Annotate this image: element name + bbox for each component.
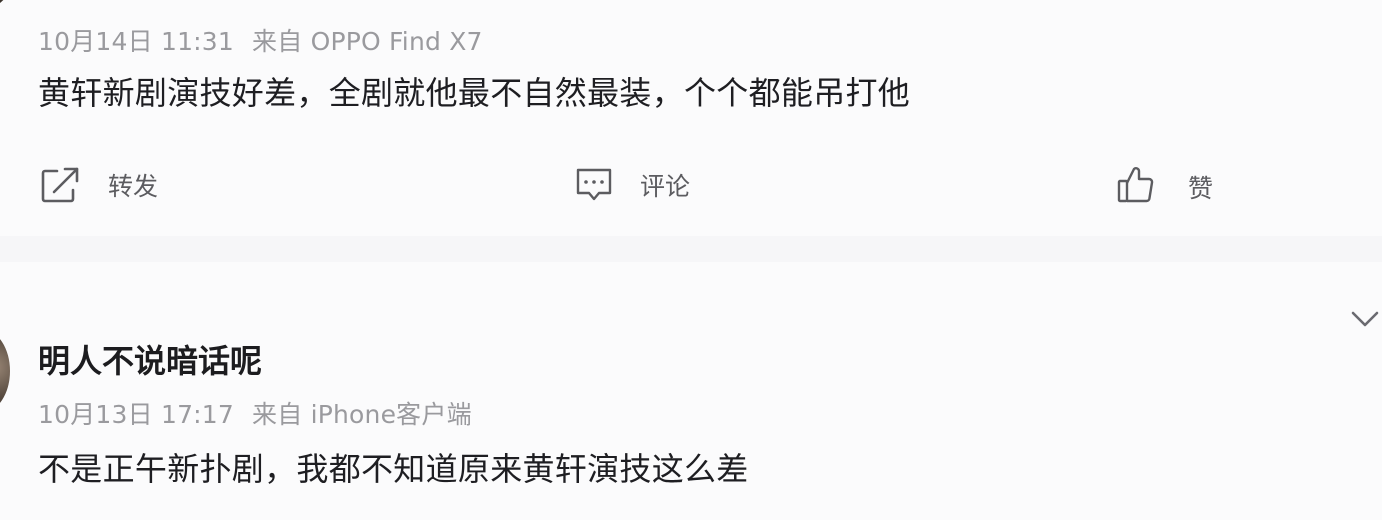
avatar[interactable] bbox=[0, 330, 10, 412]
post-card: 明人不说暗话呢 10月13日 17:17 来自 iPhone客户端 不是正午新扑剧… bbox=[0, 262, 1382, 520]
like-button[interactable]: 赞 bbox=[1116, 160, 1213, 210]
post-card: 10月14日 11:31 来自 OPPO Find X7 黄轩新剧演技好差，全剧就… bbox=[0, 0, 1382, 236]
post-date: 10月13日 17:17 bbox=[38, 400, 235, 429]
avatar[interactable] bbox=[0, 0, 10, 8]
forward-label: 转发 bbox=[108, 172, 159, 201]
forward-button[interactable]: 转发 bbox=[40, 160, 158, 210]
post-source: 来自 iPhone客户端 bbox=[252, 400, 472, 429]
comment-label: 评论 bbox=[640, 172, 691, 201]
post-date: 10月14日 11:31 bbox=[38, 27, 235, 56]
username[interactable]: 明人不说暗话呢 bbox=[38, 336, 262, 382]
chevron-down-icon[interactable] bbox=[1350, 308, 1380, 330]
post-source: 来自 OPPO Find X7 bbox=[252, 27, 483, 56]
comment-icon bbox=[574, 166, 614, 204]
share-icon bbox=[40, 166, 82, 204]
thumbs-up-icon bbox=[1116, 165, 1156, 205]
post-content: 不是正午新扑剧，我都不知道原来黄轩演技这么差 bbox=[38, 450, 749, 488]
comment-button[interactable]: 评论 bbox=[574, 160, 690, 210]
post-content: 黄轩新剧演技好差，全剧就他最不自然最装，个个都能吊打他 bbox=[38, 74, 911, 112]
like-label: 赞 bbox=[1188, 174, 1214, 203]
post-meta: 10月14日 11:31 来自 OPPO Find X7 bbox=[38, 22, 483, 58]
post-meta: 10月13日 17:17 来自 iPhone客户端 bbox=[38, 395, 472, 431]
